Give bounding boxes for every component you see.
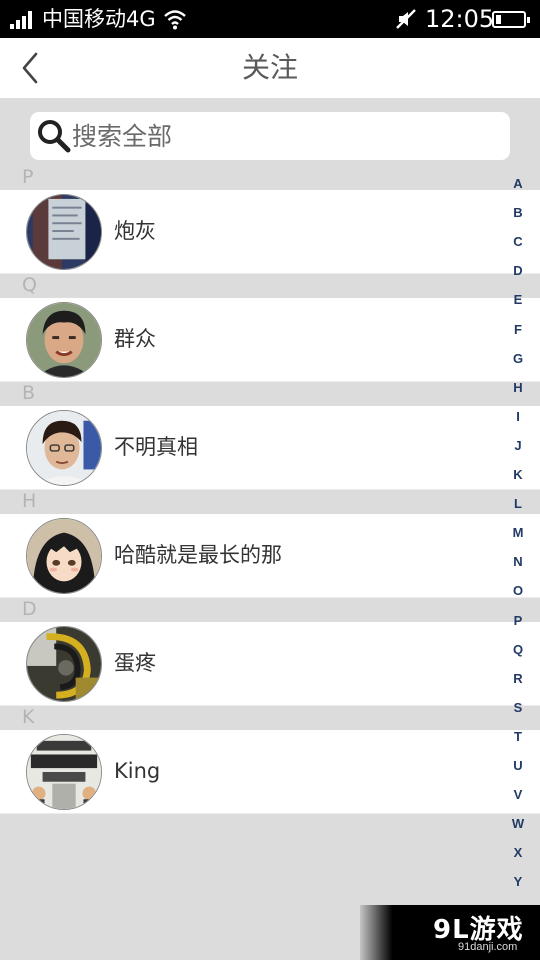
search-bar xyxy=(0,98,540,166)
nav-bar: 关注 xyxy=(0,38,540,98)
index-letter-a[interactable]: A xyxy=(500,176,536,191)
contact-row[interactable]: 群众 xyxy=(0,298,540,382)
index-letter-j[interactable]: J xyxy=(500,438,536,453)
index-letter-q[interactable]: Q xyxy=(500,642,536,657)
index-letter-f[interactable]: F xyxy=(500,322,536,337)
index-letter-v[interactable]: V xyxy=(500,787,536,802)
battery-icon xyxy=(492,11,530,28)
contact-row[interactable]: King xyxy=(0,730,540,814)
clock: 12:05 xyxy=(425,5,495,33)
avatar[interactable] xyxy=(26,626,102,702)
avatar[interactable] xyxy=(26,194,102,270)
section-header: B xyxy=(0,382,500,406)
contact-name: 炮灰 xyxy=(114,219,156,243)
alphabet-index[interactable]: ABCDEFGHIJKLMNOPQRSTUVWXY xyxy=(500,170,536,900)
carrier-label: 中国移动4G xyxy=(42,7,156,31)
battery-level xyxy=(496,15,501,24)
mute-icon xyxy=(396,9,416,29)
index-letter-o[interactable]: O xyxy=(500,583,536,598)
contact-row[interactable]: 炮灰 xyxy=(0,190,540,274)
index-letter-l[interactable]: L xyxy=(500,496,536,511)
page-title: 关注 xyxy=(241,51,298,84)
avatar[interactable] xyxy=(26,302,102,378)
search-input[interactable] xyxy=(72,116,492,156)
status-bar: 中国移动4G 12:05 xyxy=(0,0,540,38)
index-letter-n[interactable]: N xyxy=(500,554,536,569)
contact-row[interactable]: 蛋疼 xyxy=(0,622,540,706)
index-letter-x[interactable]: X xyxy=(500,845,536,860)
index-letter-k[interactable]: K xyxy=(500,467,536,482)
section-header: Q xyxy=(0,274,500,298)
section-header: P xyxy=(0,166,500,190)
wifi-icon xyxy=(164,10,186,30)
avatar[interactable] xyxy=(26,734,102,810)
index-letter-g[interactable]: G xyxy=(500,351,536,366)
index-letter-y[interactable]: Y xyxy=(500,874,536,889)
index-letter-p[interactable]: P xyxy=(500,613,536,628)
avatar[interactable] xyxy=(26,518,102,594)
contact-row[interactable]: 哈酷就是最长的那 xyxy=(0,514,540,598)
watermark-url: 91danji.com xyxy=(458,941,518,953)
index-letter-c[interactable]: C xyxy=(500,234,536,249)
index-letter-s[interactable]: S xyxy=(500,700,536,715)
section-header: K xyxy=(0,706,500,730)
index-letter-r[interactable]: R xyxy=(500,671,536,686)
section-header: D xyxy=(0,598,500,622)
search-box[interactable] xyxy=(30,112,510,160)
index-letter-m[interactable]: M xyxy=(500,525,536,540)
search-icon xyxy=(38,120,71,153)
contact-name: 群众 xyxy=(114,327,156,351)
contact-name: 不明真相 xyxy=(114,435,198,459)
index-letter-h[interactable]: H xyxy=(500,380,536,395)
index-letter-b[interactable]: B xyxy=(500,205,536,220)
index-letter-d[interactable]: D xyxy=(500,263,536,278)
signal-strength-icon xyxy=(10,11,34,29)
watermark: 9L游戏 91danji.com xyxy=(360,905,540,960)
section-header: H xyxy=(0,490,500,514)
index-letter-e[interactable]: E xyxy=(500,292,536,307)
index-letter-t[interactable]: T xyxy=(500,729,536,744)
index-letter-w[interactable]: W xyxy=(500,816,536,831)
index-letter-u[interactable]: U xyxy=(500,758,536,773)
contact-name: 蛋疼 xyxy=(114,651,156,675)
contact-row[interactable]: 不明真相 xyxy=(0,406,540,490)
contact-name: 哈酷就是最长的那 xyxy=(114,543,282,567)
avatar[interactable] xyxy=(26,410,102,486)
contact-list: P 炮灰 Q 群众 B 不明真相 H 哈酷就是最长的那 D 蛋疼 K King xyxy=(0,166,540,814)
contact-name: King xyxy=(114,759,161,783)
index-letter-i[interactable]: I xyxy=(500,409,536,424)
